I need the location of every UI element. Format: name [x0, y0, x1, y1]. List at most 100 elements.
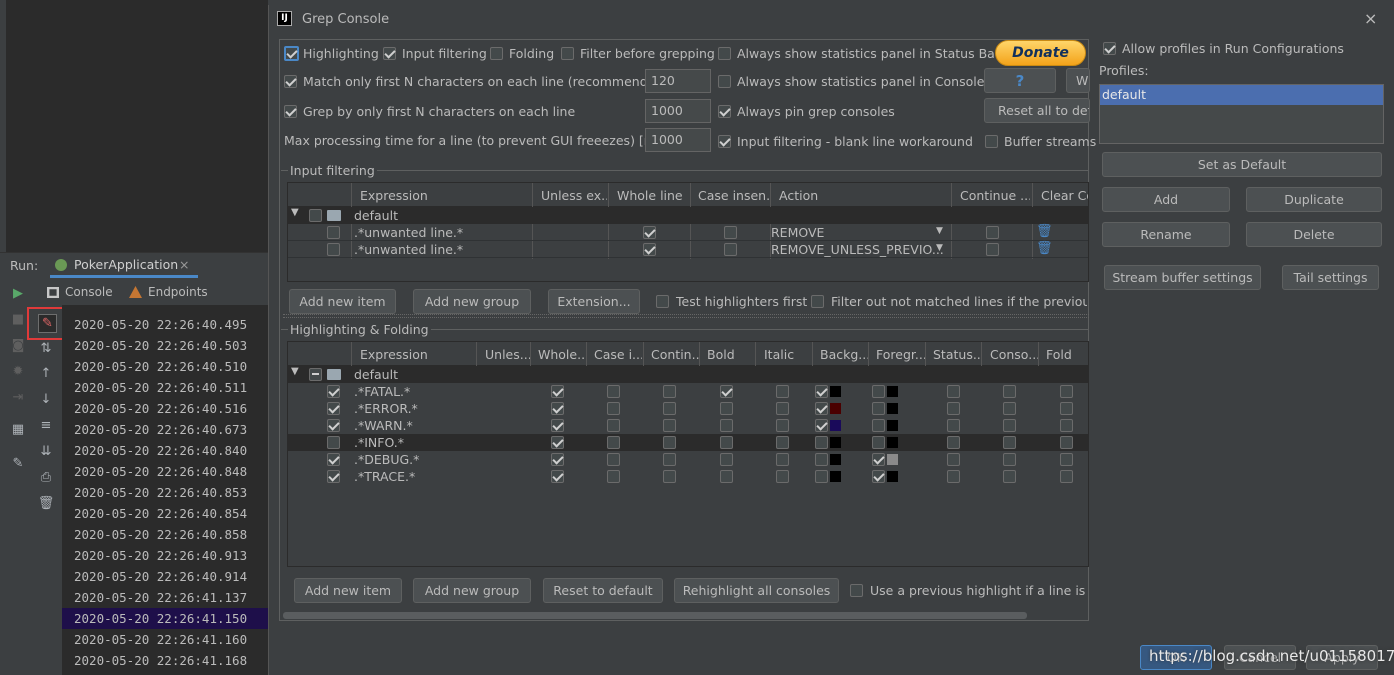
expand-icon[interactable]: ▼	[291, 207, 299, 218]
row-bold-checkbox[interactable]	[720, 385, 733, 398]
col-unless[interactable]: Unless ex...	[541, 188, 607, 203]
table-row[interactable]: .*ERROR.*	[288, 400, 1088, 417]
row-expression[interactable]: .*DEBUG.*	[354, 452, 419, 467]
row-case-checkbox[interactable]	[607, 402, 620, 415]
row-status-checkbox[interactable]	[947, 402, 960, 415]
row-bg-checkbox[interactable]	[815, 385, 828, 398]
arrow-down-icon[interactable]: ↓	[36, 389, 56, 409]
soft-wrap-icon[interactable]: ≡	[36, 415, 56, 435]
row-fg-checkbox[interactable]	[872, 385, 885, 398]
fg-color-swatch[interactable]	[887, 437, 898, 448]
row-fold-checkbox[interactable]	[1060, 436, 1073, 449]
trash-icon[interactable]: 🗑	[1036, 224, 1053, 239]
group-row[interactable]: ▼ default	[288, 366, 1088, 383]
trash-icon[interactable]: 🗑	[36, 493, 56, 513]
set-default-button[interactable]: Set as Default	[1102, 152, 1382, 177]
help-button[interactable]: ?	[984, 68, 1056, 93]
row-bg-checkbox[interactable]	[815, 470, 828, 483]
col-background[interactable]: Backg...	[820, 347, 868, 362]
dropdown-icon[interactable]: ▼	[936, 243, 943, 253]
fg-color-swatch[interactable]	[887, 403, 898, 414]
row-case-checkbox[interactable]	[607, 436, 620, 449]
row-italic-checkbox[interactable]	[776, 402, 789, 415]
arrow-up-icon[interactable]: ↑	[36, 363, 56, 383]
row-status-checkbox[interactable]	[947, 453, 960, 466]
expand-icon[interactable]: ▼	[291, 366, 299, 377]
dropdown-icon[interactable]: ▼	[936, 226, 943, 236]
row-case-checkbox[interactable]	[607, 385, 620, 398]
row-fg-checkbox[interactable]	[872, 453, 885, 466]
row-status-checkbox[interactable]	[947, 419, 960, 432]
row-whole-checkbox[interactable]	[551, 385, 564, 398]
input-filtering-checkbox[interactable]	[383, 47, 396, 60]
filter-before-checkbox[interactable]	[561, 47, 574, 60]
fg-color-swatch[interactable]	[887, 454, 898, 465]
extension-button[interactable]: Extension...	[548, 289, 640, 314]
tab-console[interactable]: Console	[65, 285, 113, 299]
row-case-checkbox[interactable]	[607, 453, 620, 466]
hl-add-item-button[interactable]: Add new item	[294, 578, 402, 603]
close-icon[interactable]: ×	[179, 257, 189, 272]
stats-status-bar-checkbox[interactable]	[718, 47, 731, 60]
row-italic-checkbox[interactable]	[776, 385, 789, 398]
row-continue-checkbox[interactable]	[663, 436, 676, 449]
row-console-checkbox[interactable]	[1003, 419, 1016, 432]
row-bold-checkbox[interactable]	[720, 470, 733, 483]
row-bold-checkbox[interactable]	[720, 402, 733, 415]
group-checkbox[interactable]	[309, 209, 322, 222]
duplicate-button[interactable]: Duplicate	[1246, 187, 1382, 212]
row-expression[interactable]: .*TRACE.*	[354, 469, 415, 484]
row-bold-checkbox[interactable]	[720, 453, 733, 466]
rename-button[interactable]: Rename	[1102, 222, 1230, 247]
bg-color-swatch[interactable]	[830, 437, 841, 448]
if-add-group-button[interactable]: Add new group	[413, 289, 531, 314]
splitter[interactable]	[283, 314, 1089, 318]
row-enabled-checkbox[interactable]	[327, 470, 340, 483]
row-console-checkbox[interactable]	[1003, 402, 1016, 415]
bg-color-swatch[interactable]	[830, 386, 841, 397]
test-highlighters-checkbox[interactable]	[656, 295, 669, 308]
row-status-checkbox[interactable]	[947, 385, 960, 398]
camera-icon[interactable]: ◙	[8, 335, 28, 355]
col-case[interactable]: Case insen...	[698, 188, 770, 203]
row-expression[interactable]: .*ERROR.*	[354, 401, 418, 416]
table-row[interactable]: .*TRACE.*	[288, 468, 1088, 485]
row-enabled-checkbox[interactable]	[327, 243, 340, 256]
row-continue-checkbox[interactable]	[663, 470, 676, 483]
folding-checkbox[interactable]	[490, 47, 503, 60]
col-italic[interactable]: Italic	[764, 347, 794, 362]
col-whole-line[interactable]: Whole line	[617, 188, 692, 203]
tab-endpoints[interactable]: Endpoints	[148, 285, 208, 299]
row-continue-checkbox[interactable]	[663, 419, 676, 432]
row-enabled-checkbox[interactable]	[327, 436, 340, 449]
row-italic-checkbox[interactable]	[776, 453, 789, 466]
exit-icon[interactable]: ⇥	[8, 387, 28, 407]
row-case-checkbox[interactable]	[724, 243, 737, 256]
row-expression[interactable]: .*unwanted line.*	[354, 225, 463, 240]
row-action[interactable]: REMOVE_UNLESS_PREVIO...	[771, 242, 944, 257]
rehighlight-button[interactable]: Rehighlight all consoles	[674, 578, 839, 603]
stop-icon[interactable]: ■	[8, 309, 28, 329]
row-whole-checkbox[interactable]	[551, 419, 564, 432]
row-continue-checkbox[interactable]	[663, 385, 676, 398]
row-bg-checkbox[interactable]	[815, 419, 828, 432]
pin-consoles-checkbox[interactable]	[718, 105, 731, 118]
blank-line-checkbox[interactable]	[718, 135, 731, 148]
sort-icon[interactable]: ⇅	[36, 338, 56, 358]
bg-color-swatch[interactable]	[830, 454, 841, 465]
row-fold-checkbox[interactable]	[1060, 453, 1073, 466]
use-previous-checkbox[interactable]	[850, 584, 863, 597]
row-italic-checkbox[interactable]	[776, 436, 789, 449]
row-enabled-checkbox[interactable]	[327, 419, 340, 432]
col-foreground[interactable]: Foregr...	[876, 347, 926, 362]
row-case-checkbox[interactable]	[607, 470, 620, 483]
row-expression[interactable]: .*unwanted line.*	[354, 242, 463, 257]
table-row[interactable]: .*unwanted line.* REMOVE ▼ 🗑	[288, 224, 1088, 241]
settings-icon[interactable]: ✹	[8, 361, 28, 381]
layout-icon[interactable]: ▦	[8, 419, 28, 439]
match-first-n-field[interactable]: 120	[645, 69, 711, 93]
row-console-checkbox[interactable]	[1003, 470, 1016, 483]
row-bg-checkbox[interactable]	[815, 402, 828, 415]
table-row[interactable]: .*FATAL.*	[288, 383, 1088, 400]
run-tab[interactable]: PokerApplication ×	[50, 254, 198, 278]
